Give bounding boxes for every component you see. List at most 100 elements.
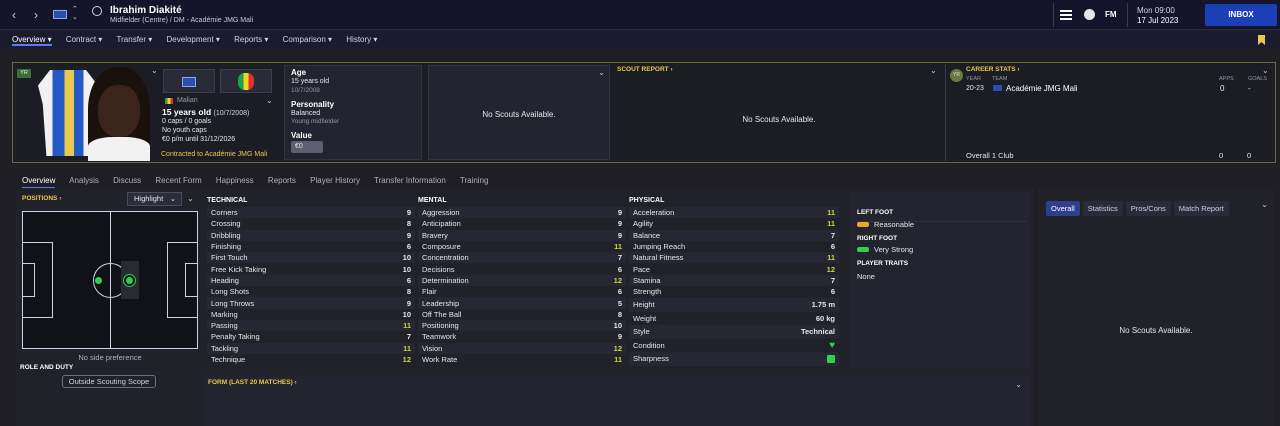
attribute-name: Stamina (633, 275, 661, 285)
bookmark-icon[interactable] (1258, 35, 1265, 45)
attribute-value: 10 (402, 253, 411, 263)
physical-attribute-row: Stamina 7 (629, 274, 839, 287)
player-name: Ibrahim Diakité (110, 5, 182, 16)
menu-reports[interactable]: Reports ▾ (234, 35, 268, 44)
back-arrow-icon[interactable]: ‹ (6, 7, 22, 23)
subtab-discuss[interactable]: Discuss (113, 176, 141, 185)
yr-badge: YR (17, 69, 31, 78)
technical-attribute-row: Tackling 11 (207, 342, 415, 354)
form-title[interactable]: FORM (LAST 20 MATCHES) › (208, 379, 297, 386)
scouts-panel: ⌄ No Scouts Available. (428, 65, 610, 160)
attribute-name: Bravery (422, 230, 448, 240)
chevron-down-icon[interactable]: ⌄ (151, 66, 158, 75)
attribute-value: 11 (614, 242, 622, 252)
search-icon[interactable] (92, 6, 102, 16)
attribute-value: 7 (406, 332, 411, 342)
menu-development[interactable]: Development ▾ (167, 35, 220, 44)
club-crest-icon[interactable] (53, 10, 67, 19)
attribute-name: Determination (422, 275, 469, 285)
fm-logo[interactable]: FM (1105, 10, 1117, 19)
menu-icon[interactable] (1060, 10, 1072, 20)
chevron-down-icon[interactable]: ⌄ (930, 66, 937, 75)
col-team: TEAM (992, 76, 1008, 82)
report-tab-pros-cons[interactable]: Pros/Cons (1125, 201, 1171, 216)
player-subtitle: Midfielder (Centre) / DM - Académie JMG … (110, 17, 254, 24)
chevron-down-icon[interactable]: ⌄ (1262, 66, 1269, 75)
chevron-down-icon[interactable]: ⌄ (1015, 380, 1022, 389)
career-row-team[interactable]: Académie JMG Mali (1006, 84, 1078, 93)
mental-attribute-row: Vision 12 (418, 342, 626, 354)
technical-title: TECHNICAL (207, 197, 248, 204)
mental-attribute-row: Aggression 9 (418, 207, 626, 219)
subtab-training[interactable]: Training (460, 176, 489, 185)
attribute-value: 11 (827, 253, 835, 263)
positions-pitch (22, 211, 198, 349)
chevron-down-icon[interactable]: ⌄ (187, 194, 194, 203)
menu-history[interactable]: History ▾ (346, 35, 377, 44)
condition-label: Condition (633, 340, 665, 350)
position-dot-mc (124, 275, 135, 286)
career-total-goals: 0 (1247, 151, 1252, 160)
attribute-value: 10 (402, 309, 411, 319)
mental-attribute-row: Work Rate 11 (418, 354, 626, 365)
career-stats-title[interactable]: CAREER STATS › (966, 66, 1020, 73)
career-row-year: 20-23 (966, 85, 984, 92)
subtab-analysis[interactable]: Analysis (69, 176, 99, 185)
technical-attribute-row: Long Shots 8 (207, 286, 415, 297)
scout-report-title[interactable]: SCOUT REPORT › (617, 66, 673, 73)
mental-attribute-row: Determination 12 (418, 274, 626, 287)
attribute-name: Acceleration (633, 208, 675, 218)
subtab-player-history[interactable]: Player History (310, 176, 360, 185)
subtab-happiness[interactable]: Happiness (216, 176, 254, 185)
attribute-value: 12 (826, 264, 835, 274)
career-row-goals: - (1248, 84, 1251, 93)
attribute-name: Vision (422, 343, 443, 353)
physical-attribute-row: Agility 11 (629, 218, 839, 229)
report-body: No Scouts Available. (1119, 326, 1193, 335)
chevron-down-icon[interactable]: ⌄ (598, 68, 605, 77)
up-down-arrows-icon[interactable]: ⌃ ⌄ (72, 6, 78, 22)
col-goals: GOALS (1248, 76, 1267, 82)
role-duty-title: ROLE AND DUTY (20, 364, 74, 371)
subtab-reports[interactable]: Reports (268, 176, 296, 185)
nation-flag-box[interactable] (220, 69, 272, 93)
attribute-name: Decisions (422, 264, 455, 274)
right-foot-value: Very Strong (874, 245, 914, 254)
value-chip[interactable]: €0 (291, 141, 323, 153)
menu-contract[interactable]: Contract ▾ (66, 35, 102, 44)
report-tab-overall[interactable]: Overall (1046, 201, 1080, 216)
career-row-apps: 0 (1220, 84, 1225, 93)
menu-overview[interactable]: Overview ▾ (12, 35, 52, 46)
menu-transfer[interactable]: Transfer ▾ (117, 35, 153, 44)
attribute-value: 6 (617, 264, 622, 274)
inbox-button[interactable]: INBOX (1205, 4, 1277, 26)
chevron-down-icon[interactable]: ⌄ (266, 96, 273, 105)
club-badge-box[interactable] (163, 69, 215, 93)
chevron-down-icon[interactable]: ⌄ (1261, 200, 1268, 209)
attribute-value: 9 (617, 332, 622, 342)
attribute-name: Strength (633, 287, 662, 297)
globe-icon[interactable] (1084, 9, 1095, 20)
physical-attribute-row: Balance 7 (629, 229, 839, 241)
report-tab-statistics[interactable]: Statistics (1082, 201, 1123, 216)
forward-arrow-icon[interactable]: › (28, 7, 44, 23)
attribute-value: 11 (614, 355, 622, 364)
technical-attribute-row: Marking 10 (207, 309, 415, 320)
report-tab-match-report[interactable]: Match Report (1173, 201, 1229, 216)
outside-scouting-scope-button[interactable]: Outside Scouting Scope (62, 375, 156, 388)
attribute-value: 7 (830, 275, 835, 285)
sub-tabs: Overview Analysis Discuss Recent Form Ha… (22, 176, 500, 189)
attribute-value: 5 (617, 298, 622, 308)
positions-title[interactable]: POSITIONS › (22, 195, 61, 202)
subtab-recent-form[interactable]: Recent Form (155, 176, 201, 185)
highlight-dropdown[interactable]: Highlight ⌄ (127, 192, 182, 206)
technical-list: Corners 9 Crossing 8 Dribbling 9 Finishing 6 Fir… (207, 207, 415, 365)
subtab-transfer-information[interactable]: Transfer Information (374, 176, 446, 185)
contracted-to[interactable]: Contracted to Académie JMG Mali (161, 151, 267, 158)
attribute-name: Jumping Reach (633, 242, 686, 252)
mali-flag-icon (165, 98, 173, 104)
menu-comparison[interactable]: Comparison ▾ (283, 35, 332, 44)
attribute-name: Corners (211, 208, 238, 218)
feet-panel: LEFT FOOT Reasonable RIGHT FOOT Very Str… (850, 193, 1030, 368)
personality-label: Personality (291, 100, 335, 109)
